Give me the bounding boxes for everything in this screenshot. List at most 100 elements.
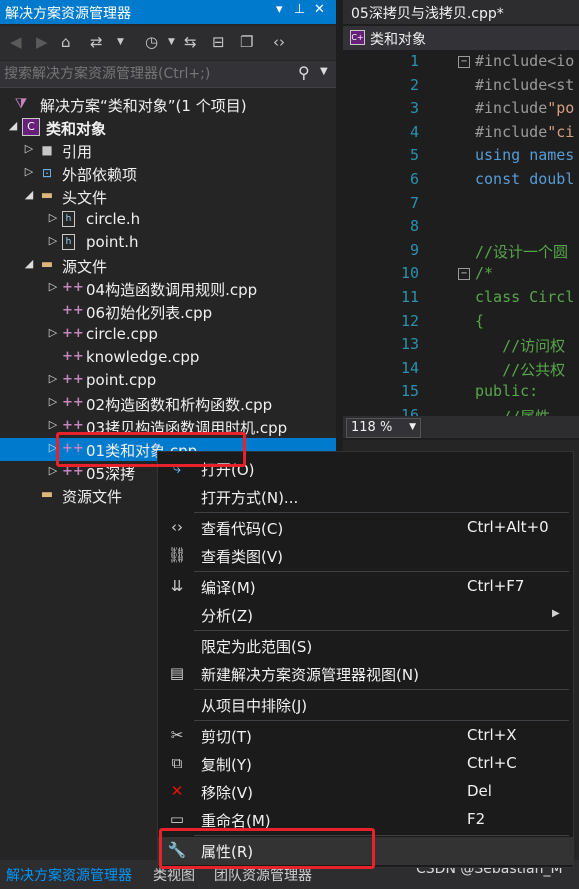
tree-item[interactable]: ▷ ++ circle.cpp: [0, 323, 336, 346]
code-line[interactable]: 5 using names: [343, 146, 579, 170]
menu-item[interactable]: ✂ 剪切(T) Ctrl+X: [158, 722, 573, 750]
tree-item[interactable]: ◢ ▬ 头文件: [0, 185, 336, 208]
back-icon[interactable]: ◀: [10, 33, 22, 51]
switch-views-icon[interactable]: ⇄: [90, 33, 103, 51]
search-options-dropdown-icon[interactable]: ▼: [320, 66, 328, 77]
code-line[interactable]: 7: [343, 194, 579, 218]
fold-toggle-icon[interactable]: −: [458, 268, 470, 281]
close-icon[interactable]: ✕: [314, 2, 325, 17]
navigation-bar[interactable]: C+ 类和对象: [343, 26, 579, 50]
menu-item[interactable]: 打开方式(N)...: [158, 483, 573, 511]
code-line[interactable]: 8: [343, 217, 579, 241]
collapsed-arrow-icon[interactable]: ▷: [46, 326, 60, 339]
menu-item[interactable]: ▤ 新建解决方案资源管理器视图(N): [158, 660, 573, 688]
search-icon[interactable]: ⚲: [298, 63, 310, 82]
code-line[interactable]: 12 {: [343, 312, 579, 336]
pin-icon[interactable]: ⊥: [294, 2, 305, 17]
sync-icon[interactable]: ⇆: [184, 33, 197, 51]
collapsed-arrow-icon[interactable]: ▷: [46, 234, 60, 247]
collapsed-arrow-icon[interactable]: ▷: [46, 280, 60, 293]
line-number: 3: [409, 99, 419, 118]
collapsed-arrow-icon[interactable]: ▷: [46, 395, 60, 408]
switch-views-dropdown-icon[interactable]: ▼: [117, 37, 124, 47]
code-line[interactable]: 11 class Circl: [343, 288, 579, 312]
compile-icon: ⇊: [170, 577, 184, 595]
code-text: //公共权: [475, 359, 565, 380]
header-file-icon: h: [62, 234, 75, 250]
selected-file-highlight-box: [56, 432, 246, 467]
tree-item[interactable]: ▷ ++ 02构造函数和析构函数.cpp: [0, 392, 336, 415]
tree-item-label: 02构造函数和析构函数.cpp: [86, 396, 273, 414]
tree-item-label: 04构造函数调用规则.cpp: [86, 281, 258, 299]
menu-item[interactable]: ⧉ 复制(Y) Ctrl+C: [158, 750, 573, 778]
menu-item[interactable]: ⛓ 查看类图(V): [158, 542, 573, 570]
tab-solution-explorer[interactable]: 解决方案资源管理器: [6, 865, 132, 885]
expanded-arrow-icon[interactable]: ◢: [6, 119, 20, 132]
line-number: 15: [400, 382, 419, 401]
code-line[interactable]: 10 −/*: [343, 264, 579, 288]
menu-item-shortcut: Ctrl+F7: [467, 577, 525, 595]
menu-separator: [194, 689, 569, 690]
tree-item-label: 引用: [62, 143, 93, 161]
tree-item[interactable]: ⧩ 解决方案“类和对象”(1 个项目): [0, 93, 336, 116]
cpp-file-icon: ++: [62, 372, 84, 387]
pending-changes-filter-icon[interactable]: ◷: [145, 33, 158, 51]
code-line[interactable]: 16 //属性: [343, 406, 579, 416]
code-line[interactable]: 9 //设计一个圆: [343, 241, 579, 265]
collapsed-arrow-icon[interactable]: ▷: [46, 211, 60, 224]
code-line[interactable]: 13 //访问权: [343, 335, 579, 359]
document-tab-title: 05深拷贝与浅拷贝.cpp*: [351, 6, 504, 22]
line-number: 9: [409, 240, 419, 259]
window-position-dropdown-icon[interactable]: ▾: [276, 2, 283, 17]
home-icon[interactable]: ⌂: [61, 33, 71, 51]
code-line[interactable]: 14 //公共权: [343, 359, 579, 383]
tree-item[interactable]: ▷ ⊡ 外部依赖项: [0, 162, 336, 185]
collapsed-arrow-icon[interactable]: ▷: [22, 142, 36, 155]
code-line[interactable]: 2 #include<st: [343, 76, 579, 100]
code-line[interactable]: 3 #include"po: [343, 99, 579, 123]
menu-item[interactable]: ✕ 移除(V) Del: [158, 778, 573, 806]
collapsed-arrow-icon[interactable]: ▷: [46, 372, 60, 385]
code-line[interactable]: 15 public:: [343, 382, 579, 406]
line-number: 13: [400, 335, 419, 354]
document-tab[interactable]: 05深拷贝与浅拷贝.cpp*: [343, 0, 579, 24]
code-token: class Circl: [475, 288, 575, 306]
expanded-arrow-icon[interactable]: ◢: [22, 188, 36, 201]
tree-item-label: 源文件: [62, 258, 108, 276]
tree-item[interactable]: ▷ ++ point.cpp: [0, 369, 336, 392]
fold-toggle-icon[interactable]: −: [458, 56, 470, 68]
tree-item[interactable]: ▷ ++ 04构造函数调用规则.cpp: [0, 277, 336, 300]
code-line[interactable]: 4 #include"ci: [343, 123, 579, 147]
collapsed-arrow-icon[interactable]: ▷: [22, 165, 36, 178]
code-token: /*: [475, 264, 494, 283]
search-input[interactable]: [2, 63, 296, 85]
tree-item-label: point.cpp: [86, 371, 157, 389]
code-area[interactable]: 1− #include<io 2 #include<st 3 #include"po 4 #i…: [343, 52, 579, 416]
menu-item[interactable]: 分析(Z) ▶: [158, 601, 573, 629]
collapse-all-icon[interactable]: ⊟: [212, 33, 225, 51]
tree-item[interactable]: ++ knowledge.cpp: [0, 346, 336, 369]
code-line[interactable]: 6 const doubl: [343, 170, 579, 194]
line-number: 1: [409, 52, 419, 70]
code-token: "po: [547, 99, 575, 118]
menu-item[interactable]: ⇊ 编译(M) Ctrl+F7: [158, 573, 573, 601]
collapsed-arrow-icon[interactable]: ▷: [46, 418, 60, 431]
tree-item[interactable]: ++ 06初始化列表.cpp: [0, 300, 336, 323]
tree-item[interactable]: ▷ ■ 引用: [0, 139, 336, 162]
menu-item[interactable]: 限定为此范围(S): [158, 632, 573, 660]
menu-item[interactable]: ‹› 查看代码(C) Ctrl+Alt+0: [158, 514, 573, 542]
tree-item[interactable]: ◢ ▬ 源文件: [0, 254, 336, 277]
forward-icon[interactable]: ▶: [36, 33, 48, 51]
zoom-level-dropdown[interactable]: 118 % ▼: [346, 418, 421, 438]
menu-item[interactable]: 从项目中排除(J): [158, 691, 573, 719]
tree-item[interactable]: ◢ C 类和对象: [0, 116, 336, 139]
cpp-file-icon: ++: [62, 349, 84, 364]
code-line[interactable]: 1 − #include<io: [343, 52, 579, 76]
code-token: using: [475, 146, 521, 165]
expanded-arrow-icon[interactable]: ◢: [22, 257, 36, 270]
tree-item[interactable]: ▷ h point.h: [0, 231, 336, 254]
tree-item[interactable]: ▷ h circle.h: [0, 208, 336, 231]
filter-dropdown-icon[interactable]: ▼: [168, 37, 175, 47]
show-all-files-icon[interactable]: ❐: [240, 33, 253, 51]
preview-code-icon[interactable]: ‹›: [273, 33, 285, 51]
